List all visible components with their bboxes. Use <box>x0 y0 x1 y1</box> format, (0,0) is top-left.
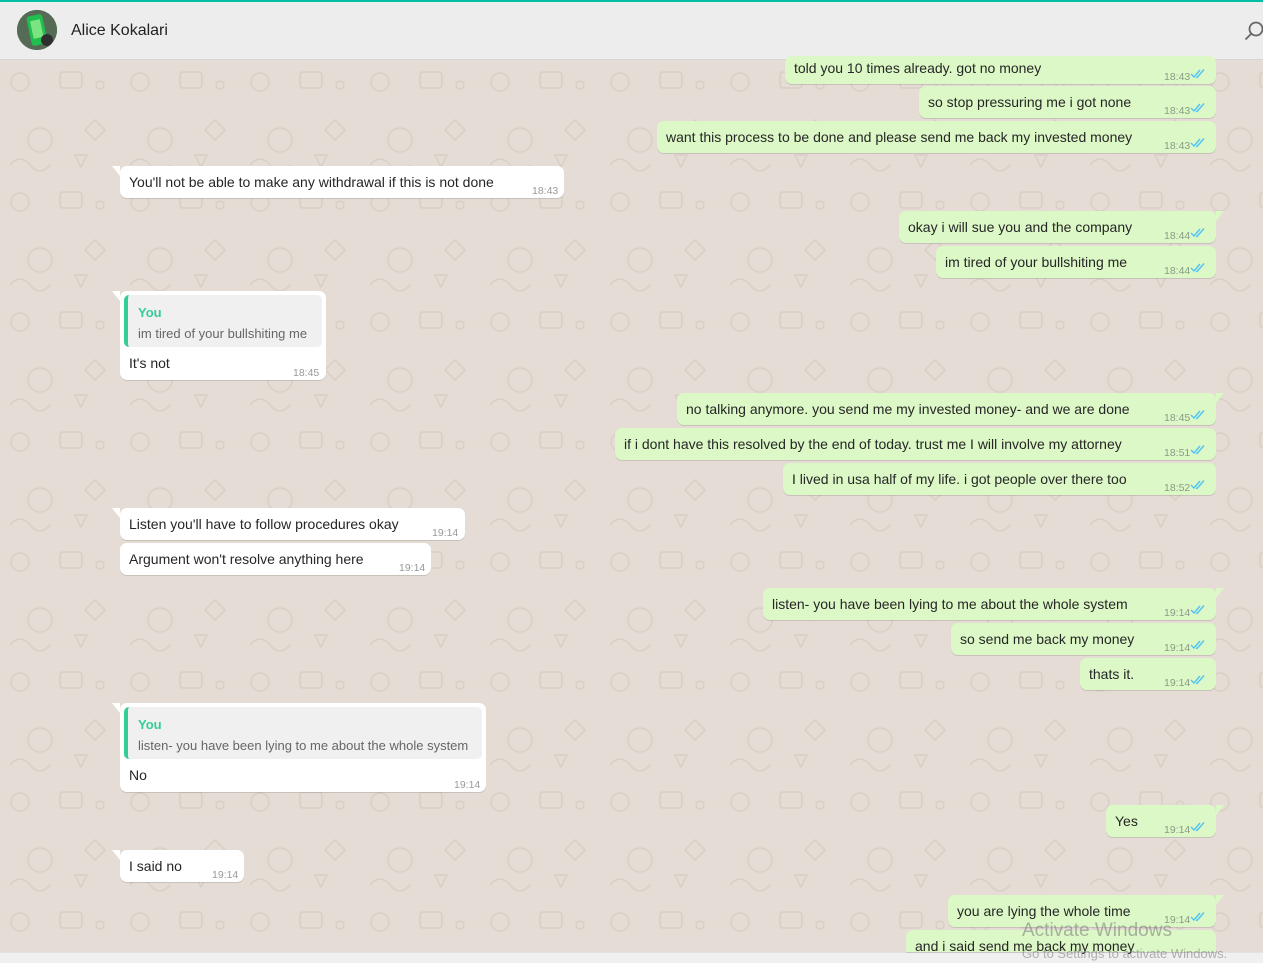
message-time: 19:14 <box>1164 607 1191 619</box>
message-incoming[interactable]: Listen you'll have to follow procedures … <box>112 508 465 540</box>
message-time: 19:14 <box>1164 642 1191 654</box>
quoted-message[interactable]: You im tired of your bullshiting me <box>124 295 322 347</box>
double-check-icon <box>1190 263 1205 273</box>
message-text: No <box>129 767 147 783</box>
message-outgoing[interactable]: listen- you have been lying to me about … <box>763 588 1224 620</box>
message-text: listen- you have been lying to me about … <box>772 596 1128 612</box>
whatsapp-web-window: Alice Kokalari told you 10 times already… <box>0 0 1263 963</box>
message-outgoing[interactable]: want this process to be done and please … <box>657 121 1216 153</box>
message-incoming[interactable]: Argument won't resolve anything here 19:… <box>120 543 431 575</box>
message-text: Argument won't resolve anything here <box>129 551 364 567</box>
double-check-icon <box>1190 912 1205 922</box>
message-time: 18:45 <box>293 367 320 379</box>
message-text: you are lying the whole time <box>957 903 1131 919</box>
double-check-icon <box>1190 69 1205 79</box>
chat-header: Alice Kokalari <box>0 2 1263 60</box>
message-text: told you 10 times already. got no money <box>794 60 1042 76</box>
message-text: thats it. <box>1089 666 1135 682</box>
windows-activation-subtitle: Go to Settings to activate Windows. <box>1022 946 1228 961</box>
message-time: 18:43 <box>1164 105 1191 117</box>
message-outgoing[interactable]: told you 10 times already. got no money … <box>785 56 1216 84</box>
double-check-icon <box>1190 822 1205 832</box>
message-outgoing[interactable]: if i dont have this resolved by the end … <box>615 428 1216 460</box>
message-outgoing[interactable]: thats it. 19:14 <box>1080 658 1216 690</box>
message-outgoing[interactable]: so stop pressuring me i got none 18:43 <box>919 86 1216 118</box>
message-text: Yes <box>1115 813 1138 829</box>
message-text: okay i will sue you and the company <box>908 219 1133 235</box>
message-time: 18:43 <box>1164 71 1191 83</box>
double-check-icon <box>1190 675 1205 685</box>
message-time: 18:43 <box>1164 140 1191 152</box>
message-text: if i dont have this resolved by the end … <box>624 436 1122 452</box>
message-outgoing[interactable]: I lived in usa half of my life. i got pe… <box>783 463 1216 495</box>
double-check-icon <box>1190 138 1205 148</box>
message-time: 19:14 <box>1164 824 1191 836</box>
message-time: 19:14 <box>399 562 426 574</box>
message-outgoing[interactable]: im tired of your bullshiting me 18:44 <box>936 246 1216 278</box>
message-time: 18:44 <box>1164 265 1191 277</box>
message-outgoing[interactable]: so send me back my money 19:14 <box>951 623 1216 655</box>
windows-activation-title: Activate Windows <box>1022 920 1172 941</box>
message-incoming-reply[interactable]: You listen- you have been lying to me ab… <box>112 703 486 792</box>
contact-name[interactable]: Alice Kokalari <box>71 22 168 40</box>
message-time: 18:45 <box>1164 412 1191 424</box>
message-text: so stop pressuring me i got none <box>928 94 1132 110</box>
double-check-icon <box>1190 445 1205 455</box>
double-check-icon <box>1190 228 1205 238</box>
message-time: 18:44 <box>1164 230 1191 242</box>
message-text: You'll not be able to make any withdrawa… <box>129 174 494 190</box>
double-check-icon <box>1190 410 1205 420</box>
quote-author: You <box>138 305 162 320</box>
message-text: want this process to be done and please … <box>666 129 1133 145</box>
double-check-icon <box>1190 640 1205 650</box>
message-text: Listen you'll have to follow procedures … <box>129 516 399 532</box>
message-time: 19:14 <box>212 869 239 881</box>
quote-author: You <box>138 717 162 732</box>
quoted-message[interactable]: You listen- you have been lying to me ab… <box>124 707 482 759</box>
quote-text: listen- you have been lying to me about … <box>138 738 469 753</box>
double-check-icon <box>1190 480 1205 490</box>
message-incoming-reply[interactable]: You im tired of your bullshiting me It's… <box>112 291 326 380</box>
message-text: no talking anymore. you send me my inves… <box>686 401 1130 417</box>
message-incoming[interactable]: You'll not be able to make any withdrawa… <box>112 166 564 198</box>
double-check-icon <box>1190 103 1205 113</box>
message-time: 19:14 <box>1164 677 1191 689</box>
message-text: im tired of your bullshiting me <box>945 254 1128 270</box>
message-time: 18:52 <box>1164 482 1191 494</box>
message-incoming[interactable]: I said no 19:14 <box>112 850 244 882</box>
message-time: 18:51 <box>1164 447 1191 459</box>
message-text: I lived in usa half of my life. i got pe… <box>792 471 1127 487</box>
message-text: I said no <box>129 858 182 874</box>
message-time: 19:14 <box>454 779 481 791</box>
message-outgoing[interactable]: Yes 19:14 <box>1106 805 1224 837</box>
message-time: 19:14 <box>432 527 459 539</box>
message-text: It's not <box>129 355 170 371</box>
message-outgoing[interactable]: no talking anymore. you send me my inves… <box>677 393 1224 425</box>
double-check-icon <box>1190 605 1205 615</box>
contact-avatar[interactable] <box>17 10 57 50</box>
message-time: 18:43 <box>532 185 559 197</box>
search-icon[interactable] <box>1244 20 1263 42</box>
quote-text: im tired of your bullshiting me <box>138 326 308 341</box>
message-text: so send me back my money <box>960 631 1135 647</box>
message-outgoing[interactable]: okay i will sue you and the company 18:4… <box>899 211 1224 243</box>
